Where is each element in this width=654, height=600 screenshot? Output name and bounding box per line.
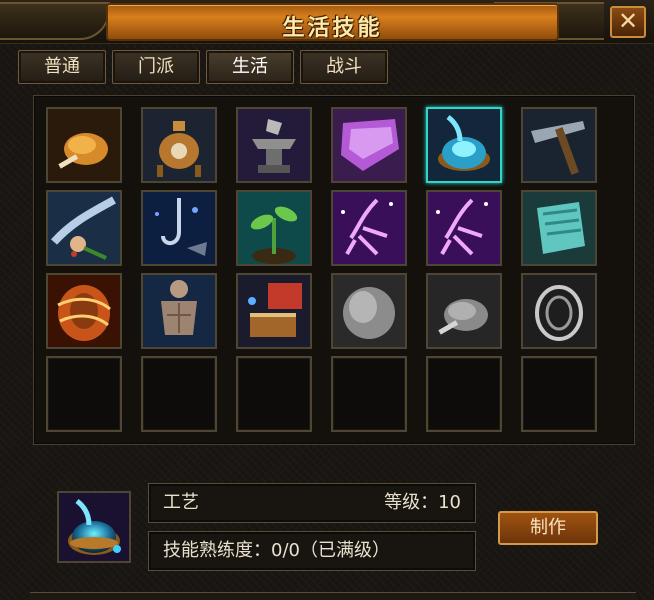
proficiency-box: 技能熟练度：0/0（已满级） xyxy=(148,531,476,571)
purple-dance-icon xyxy=(428,192,500,264)
skill-slot[interactable] xyxy=(141,273,217,349)
title-ornament-left xyxy=(0,2,110,40)
anvil-icon xyxy=(238,109,310,181)
skill-slot[interactable] xyxy=(46,107,122,183)
make-button[interactable]: 制作 xyxy=(498,511,598,545)
tab-sect[interactable]: 门派 xyxy=(112,50,200,84)
scroll-icon xyxy=(523,192,595,264)
skill-grid-panel xyxy=(33,95,635,445)
title-plate: 生活技能 xyxy=(106,3,559,41)
skill-slot[interactable] xyxy=(46,273,122,349)
sprout-icon xyxy=(238,192,310,264)
skill-slot[interactable] xyxy=(236,190,312,266)
muscle-body-icon xyxy=(143,275,215,347)
alchemy-furnace-icon xyxy=(143,109,215,181)
close-icon: ✕ xyxy=(617,7,639,35)
skill-name: 工艺 xyxy=(163,492,199,513)
empty-skill-slot xyxy=(331,356,407,432)
skill-slot[interactable] xyxy=(521,107,597,183)
book-crafting-icon xyxy=(238,275,310,347)
herb-picking-icon xyxy=(48,192,120,264)
crafting-orb-icon xyxy=(59,493,129,561)
empty-skill-slot xyxy=(426,356,502,432)
skill-slot[interactable] xyxy=(521,190,597,266)
title-bar: 生活技能 ✕ xyxy=(0,0,654,44)
empty-skill-slot xyxy=(236,356,312,432)
skill-slot[interactable] xyxy=(236,273,312,349)
tab-life[interactable]: 生活 xyxy=(206,50,294,84)
skill-slot[interactable] xyxy=(141,190,217,266)
crafting-orb-icon xyxy=(428,109,500,181)
skill-slot[interactable] xyxy=(331,107,407,183)
gray-chicken-icon xyxy=(428,275,500,347)
empty-skill-slot xyxy=(46,356,122,432)
skill-level: 等级：10 xyxy=(384,492,461,513)
skill-slot[interactable] xyxy=(236,107,312,183)
skill-slot[interactable] xyxy=(426,273,502,349)
bottom-panel-edge xyxy=(30,592,636,600)
skill-slot[interactable] xyxy=(426,107,502,183)
selected-skill-icon xyxy=(57,491,131,563)
empty-skill-slot xyxy=(141,356,217,432)
mining-pickaxe-icon xyxy=(523,109,595,181)
skill-slot[interactable] xyxy=(331,273,407,349)
skill-name-box: 工艺 等级：10 xyxy=(148,483,476,523)
skill-slot[interactable] xyxy=(46,190,122,266)
tailoring-robe-icon xyxy=(333,109,405,181)
fishing-hook-icon xyxy=(143,192,215,264)
roast-chicken-icon xyxy=(48,109,120,181)
skill-slot[interactable] xyxy=(331,190,407,266)
purple-dance-icon xyxy=(333,192,405,264)
close-button[interactable]: ✕ xyxy=(610,6,646,38)
skill-slot[interactable] xyxy=(521,273,597,349)
tab-combat[interactable]: 战斗 xyxy=(300,50,388,84)
fire-whirl-icon xyxy=(48,275,120,347)
empty-skill-slot xyxy=(521,356,597,432)
tab-normal[interactable]: 普通 xyxy=(18,50,106,84)
window-title: 生活技能 xyxy=(282,16,383,41)
skill-slot[interactable] xyxy=(426,190,502,266)
skill-proficiency: 技能熟练度：0/0（已满级） xyxy=(163,540,390,561)
gray-whirl-icon xyxy=(523,275,595,347)
gray-stone-icon xyxy=(333,275,405,347)
life-skills-window: 生活技能 ✕ 普通 门派 生活 战斗 工艺 等级：10 技能熟练度：0/0（已满… xyxy=(0,0,654,600)
skill-slot[interactable] xyxy=(141,107,217,183)
